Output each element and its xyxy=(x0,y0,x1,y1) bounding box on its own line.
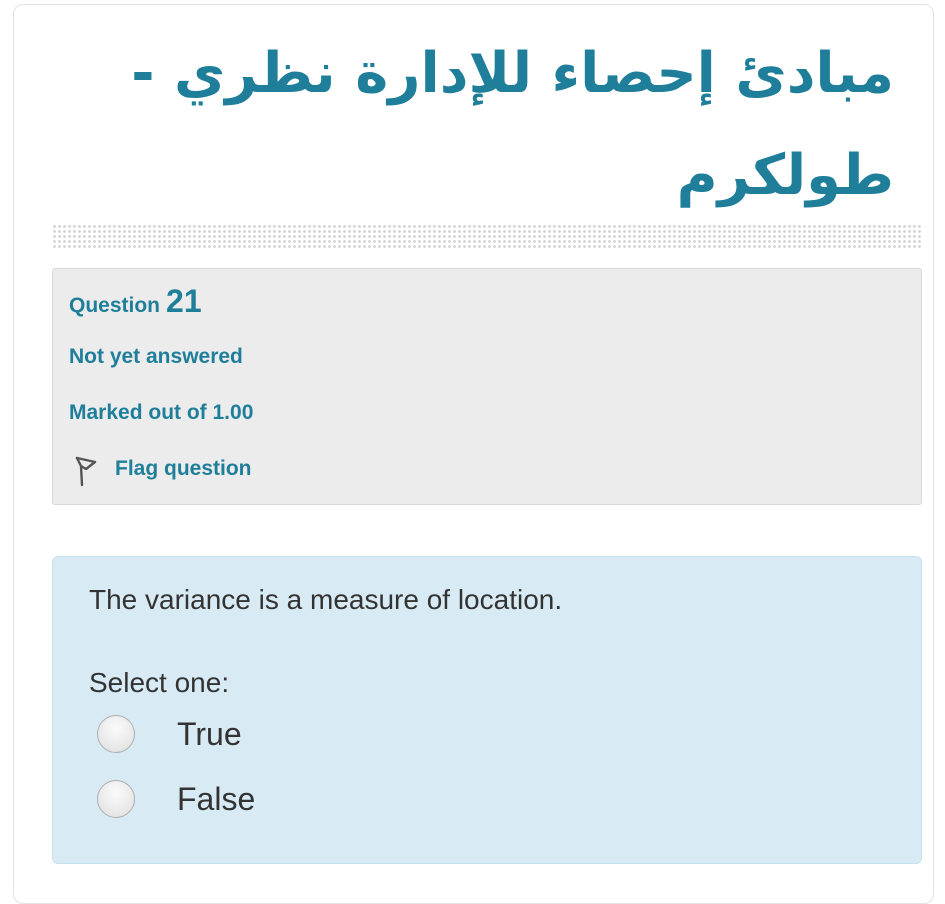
question-card: مبادئ إحصاء للإدارة نظري - طولكرم Questi… xyxy=(13,4,934,904)
course-title: مبادئ إحصاء للإدارة نظري - طولكرم xyxy=(131,41,894,208)
question-label: Question xyxy=(69,294,161,317)
option-true-label: True xyxy=(177,715,242,752)
radio-false[interactable] xyxy=(97,780,135,818)
question-info-box: Question 21 Not yet answered Marked out o… xyxy=(52,268,922,505)
dotted-divider xyxy=(52,224,922,250)
option-false[interactable]: False xyxy=(97,779,397,819)
question-text: The variance is a measure of location. xyxy=(89,584,563,615)
option-true[interactable]: True xyxy=(97,714,397,754)
answer-status: Not yet answered xyxy=(69,345,243,368)
flag-question-link[interactable]: Flag question xyxy=(115,457,252,481)
question-heading: Question 21 xyxy=(69,283,202,320)
radio-true[interactable] xyxy=(97,715,135,753)
flag-icon[interactable] xyxy=(73,455,99,487)
question-number: 21 xyxy=(166,283,202,319)
option-false-label: False xyxy=(177,780,256,817)
select-one-prompt: Select one: xyxy=(89,667,230,698)
question-content-box: The variance is a measure of location. S… xyxy=(52,556,922,864)
question-marks: Marked out of 1.00 xyxy=(69,401,254,424)
